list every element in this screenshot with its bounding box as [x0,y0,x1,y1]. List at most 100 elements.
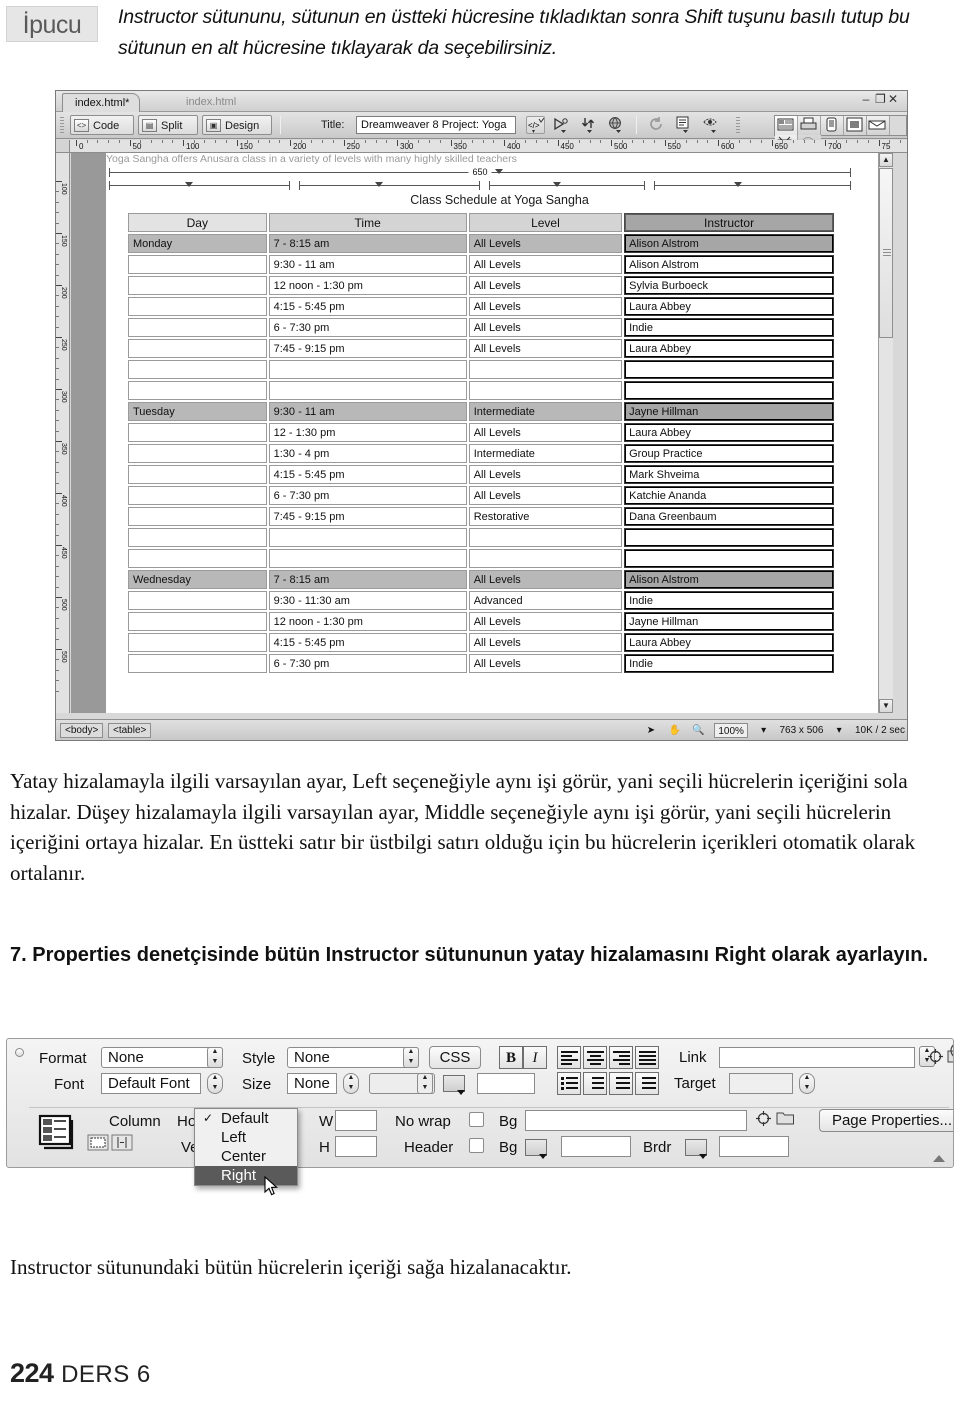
table-row[interactable]: 4:15 - 5:45 pm All Levels Laura Abbey [128,633,834,652]
cell-level[interactable] [468,549,623,568]
cell-level[interactable]: All Levels [468,234,623,253]
point-to-file-icon[interactable] [927,1048,944,1065]
brdr-color-input[interactable] [719,1136,789,1157]
table-row[interactable]: 12 noon - 1:30 pm All Levels Jayne Hillman [128,612,834,631]
bg-color-swatch[interactable] [525,1139,547,1159]
cell-day[interactable] [128,654,267,673]
cell-time[interactable]: 9:30 - 11 am [268,255,467,274]
align-justify-button[interactable] [635,1046,659,1069]
column-header-level[interactable]: Level [468,213,623,232]
cell-day[interactable] [128,381,267,400]
file-management-icon[interactable]: </> [526,116,545,134]
refresh-icon[interactable] [648,116,667,134]
cell-time[interactable]: 12 noon - 1:30 pm [268,276,467,295]
code-view-button[interactable]: <> Code [70,115,134,135]
size-stepper-icon[interactable]: ▲ ▼ [343,1073,359,1094]
table-row[interactable]: Monday 7 - 8:15 am All Levels Alison Alstro… [128,234,834,253]
cell-time[interactable]: 1:30 - 4 pm [268,444,467,463]
cell-level[interactable]: All Levels [468,276,623,295]
cell-time[interactable]: 4:15 - 5:45 pm [268,297,467,316]
format-stepper-icon[interactable]: ▲ ▼ [207,1047,223,1068]
table-row[interactable]: 4:15 - 5:45 pm All Levels Laura Abbey [128,297,834,316]
standard-view-icon[interactable] [775,116,798,135]
cell-level[interactable]: All Levels [468,570,623,589]
brdr-color-swatch[interactable] [685,1139,707,1159]
ordered-list-button[interactable] [583,1072,607,1095]
cell-day[interactable] [128,423,267,442]
zoom-level-value[interactable]: 100% [714,723,748,738]
cell-day[interactable] [128,318,267,337]
cell-instructor[interactable]: Jayne Hillman [624,402,834,421]
table-width-value[interactable]: 650 [468,167,492,178]
cell-time[interactable] [268,360,467,379]
cell-level[interactable]: All Levels [468,633,623,652]
table-row[interactable]: Wednesday 7 - 8:15 am All Levels Alison Als… [128,570,834,589]
page-properties-button[interactable]: Page Properties... [819,1109,953,1132]
card-view-icon[interactable] [867,116,890,135]
table-row[interactable]: 9:30 - 11:30 am Advanced Indie [128,591,834,610]
cell-day[interactable] [128,276,267,295]
minimize-icon[interactable]: – [862,92,875,106]
target-select[interactable] [729,1073,793,1094]
cell-instructor[interactable]: Jayne Hillman [624,612,834,631]
table-row[interactable]: 1:30 - 4 pm Intermediate Group Practice [128,444,834,463]
cell-instructor[interactable]: Alison Alstrom [624,234,834,253]
pointer-tool-icon[interactable]: ➤ [643,723,659,738]
zoom-tool-icon[interactable]: 🔍 [691,723,707,738]
text-color-input[interactable] [477,1073,535,1094]
bold-button[interactable]: B [499,1046,523,1069]
cell-instructor[interactable]: Laura Abbey [624,339,834,358]
style-select[interactable]: None [287,1047,419,1068]
cell-instructor[interactable]: Laura Abbey [624,297,834,316]
column-header-instructor[interactable]: Instructor [624,213,834,232]
cell-time[interactable]: 7:45 - 9:15 pm [268,507,467,526]
document-tab-inactive[interactable]: index.html [174,93,246,112]
mobile-device-icon[interactable] [821,116,844,135]
toolbar-grip[interactable] [60,117,64,134]
table-row[interactable]: Tuesday 9:30 - 11 am Intermediate Jayne Hil… [128,402,834,421]
nowrap-checkbox[interactable] [469,1112,484,1127]
column-header-time[interactable]: Time [268,213,467,232]
restore-icon[interactable]: ❐ [875,92,888,106]
size-select[interactable]: None [287,1073,337,1094]
table-row[interactable]: 6 - 7:30 pm All Levels Indie [128,318,834,337]
italic-button[interactable]: I [523,1046,547,1069]
cell-level[interactable]: Advanced [468,591,623,610]
outdent-button[interactable] [609,1072,633,1095]
font-stepper-icon[interactable]: ▲ ▼ [207,1073,223,1094]
cell-level[interactable]: All Levels [468,654,623,673]
bg-color-input[interactable] [561,1136,631,1157]
font-select[interactable]: Default Font [101,1073,201,1094]
collapse-panel-icon[interactable] [933,1155,945,1162]
bg-image-input[interactable] [525,1110,747,1131]
cell-day[interactable] [128,507,267,526]
cell-instructor[interactable]: Laura Abbey [624,423,834,442]
window-size-dropdown-icon[interactable]: ▾ [831,723,847,738]
w-input[interactable] [335,1110,377,1131]
cell-instructor[interactable]: Indie [624,654,834,673]
cell-instructor[interactable] [624,528,834,547]
cell-day[interactable] [128,612,267,631]
cell-day[interactable] [128,360,267,379]
cell-day[interactable] [128,297,267,316]
cell-level[interactable]: All Levels [468,339,623,358]
cell-level[interactable]: All Levels [468,297,623,316]
cell-level[interactable]: All Levels [468,486,623,505]
cell-day[interactable] [128,486,267,505]
css-button[interactable]: CSS [429,1046,481,1069]
scroll-up-icon[interactable]: ▲ [879,153,893,167]
scrollbar-thumb[interactable] [879,168,893,338]
cell-day[interactable]: Wednesday [128,570,267,589]
target-stepper-icon[interactable]: ▲ ▼ [799,1073,815,1094]
cell-level[interactable]: All Levels [468,465,623,484]
cell-instructor[interactable]: Indie [624,318,834,337]
tag-selector-table[interactable]: <table> [108,723,152,738]
cell-level[interactable]: Restorative [468,507,623,526]
align-right-button[interactable] [609,1046,633,1069]
cell-time[interactable]: 7 - 8:15 am [268,234,467,253]
design-view-button[interactable]: ▣ Design [202,115,272,135]
table-row[interactable]: 7:45 - 9:15 pm All Levels Laura Abbey [128,339,834,358]
tag-selector-body[interactable]: <body> [60,723,104,738]
cell-time[interactable]: 4:15 - 5:45 pm [268,465,467,484]
indent-button[interactable] [635,1072,659,1095]
